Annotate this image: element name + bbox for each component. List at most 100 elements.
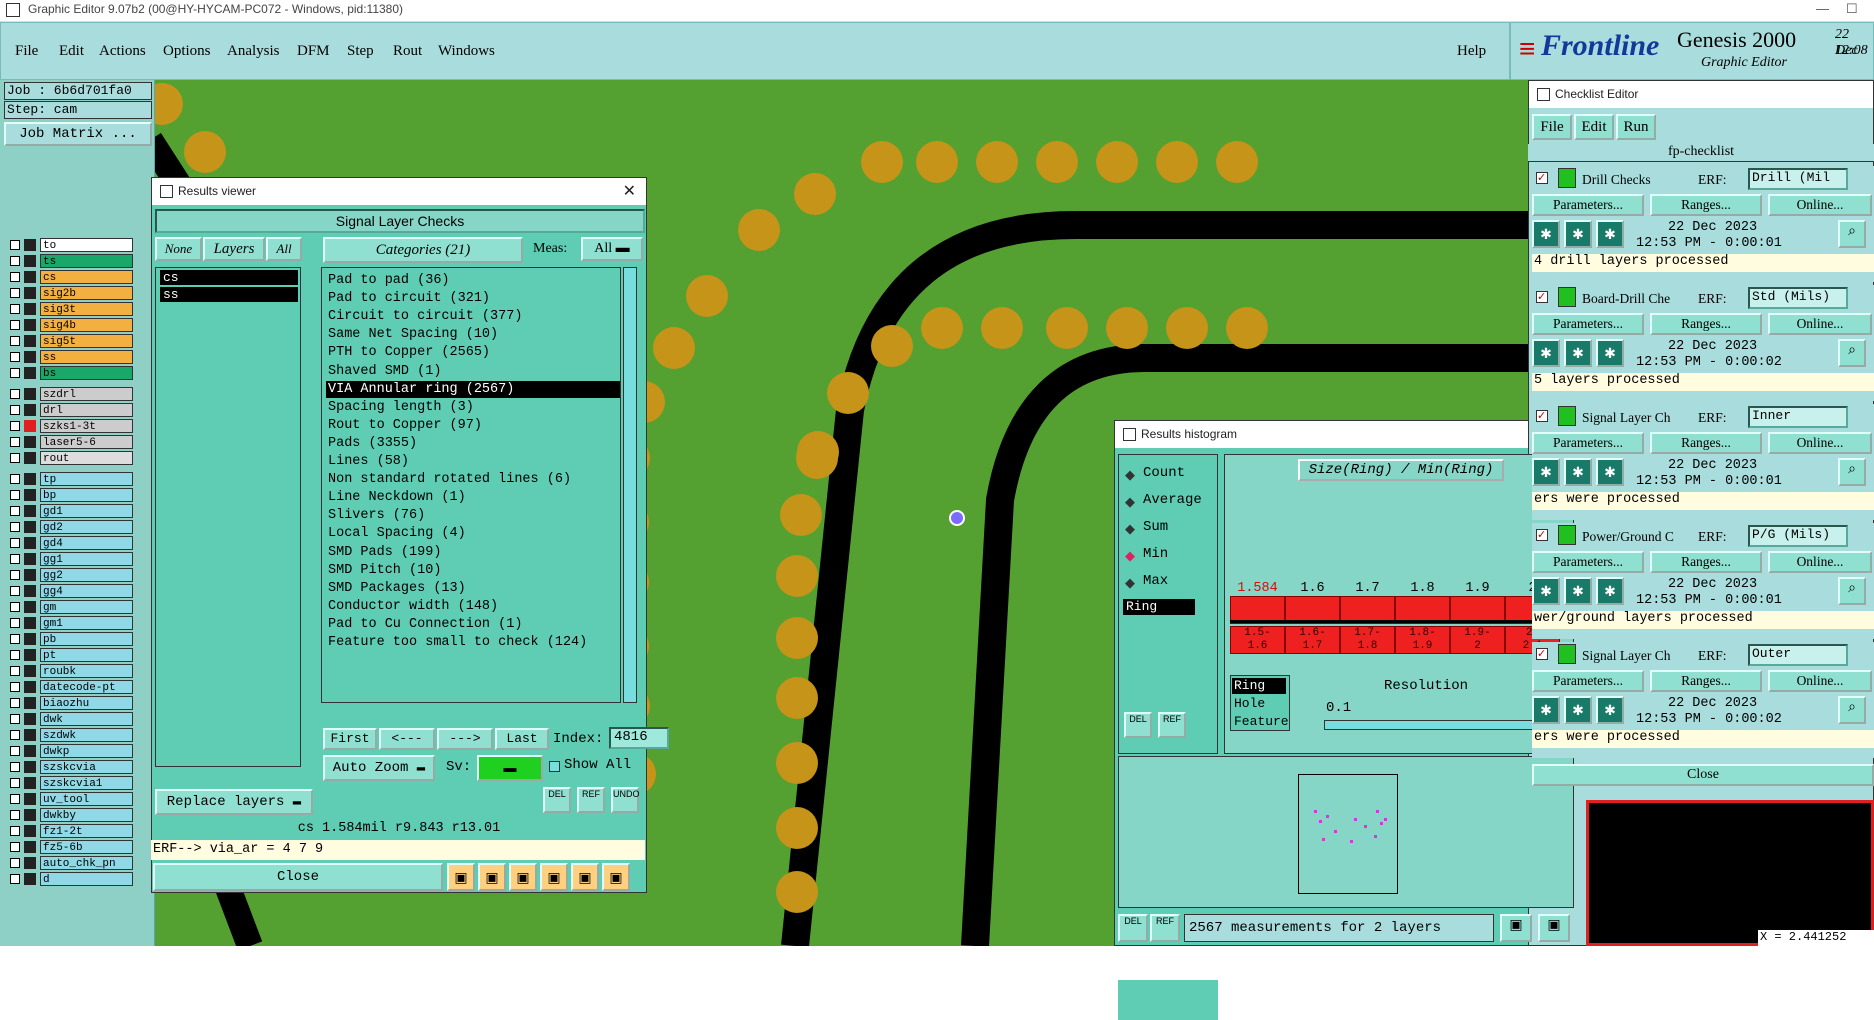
layer-row-tp[interactable]: tp	[10, 472, 133, 486]
results-close-button[interactable]: Close	[153, 863, 443, 891]
meas-select[interactable]: All ▬	[581, 237, 643, 261]
tool-delete-icon[interactable]: ▣	[478, 863, 506, 891]
minimize-icon[interactable]: —	[1816, 0, 1829, 18]
check-action-icon[interactable]: ✱	[1564, 339, 1592, 367]
layer-row-drl[interactable]: drl	[10, 403, 133, 417]
layer-row-gg2[interactable]: gg2	[10, 568, 133, 582]
layer-row-dwk[interactable]: dwk	[10, 712, 133, 726]
online-button[interactable]: Online...	[1768, 194, 1872, 216]
layer-row-pt[interactable]: pt	[10, 648, 133, 662]
online-button[interactable]: Online...	[1768, 551, 1872, 573]
layer-row-bs[interactable]: bs	[10, 366, 133, 380]
layer-row-d[interactable]: d	[10, 872, 133, 886]
layer-row-gd4[interactable]: gd4	[10, 536, 133, 550]
category-item[interactable]: Lines (58)	[326, 453, 620, 470]
layer-checkbox[interactable]	[10, 421, 20, 431]
attr-item[interactable]: Hole	[1232, 696, 1286, 712]
layer-row-sig5t[interactable]: sig5t	[10, 334, 133, 348]
all-button[interactable]: All	[266, 237, 302, 261]
layer-checkbox[interactable]	[10, 490, 20, 500]
auto-zoom-select[interactable]: Auto Zoom ▬	[323, 755, 435, 781]
tool-notes-icon[interactable]: ▣	[571, 863, 599, 891]
parameters-button[interactable]: Parameters...	[1532, 551, 1644, 573]
layer-checkbox[interactable]	[10, 618, 20, 628]
layer-checkbox[interactable]	[10, 682, 20, 692]
layer-checkbox[interactable]	[10, 810, 20, 820]
layers-button[interactable]: Layers	[203, 237, 265, 261]
zoom-icon[interactable]: ⌕	[1838, 339, 1866, 367]
tool-chart-icon[interactable]: ▣	[602, 863, 630, 891]
parameters-button[interactable]: Parameters...	[1532, 670, 1644, 692]
zoom-icon[interactable]: ⌕	[1838, 220, 1866, 248]
layer-checkbox[interactable]	[10, 389, 20, 399]
menu-options[interactable]: Options	[163, 43, 211, 60]
category-item[interactable]: Pad to circuit (321)	[326, 290, 620, 307]
layer-checkbox[interactable]	[10, 405, 20, 415]
last-button[interactable]: Last	[495, 728, 549, 750]
check-action-icon[interactable]: ✱	[1564, 577, 1592, 605]
online-button[interactable]: Online...	[1768, 313, 1872, 335]
check-action-icon[interactable]: ✱	[1532, 458, 1560, 486]
menu-actions[interactable]: Actions	[99, 43, 146, 60]
layer-row-szdrl[interactable]: szdrl	[10, 387, 133, 401]
stat-radio-sum[interactable]: ◆	[1125, 521, 1135, 537]
results-del-button[interactable]: DEL	[543, 787, 571, 813]
layer-checkbox[interactable]	[10, 437, 20, 447]
layer-row-gd2[interactable]: gd2	[10, 520, 133, 534]
erf-value[interactable]: Drill (Mil	[1748, 168, 1848, 190]
layer-row-szdwk[interactable]: szdwk	[10, 728, 133, 742]
category-item[interactable]: SMD Pads (199)	[326, 544, 620, 561]
check-action-icon[interactable]: ✱	[1532, 577, 1560, 605]
check-enable-checkbox[interactable]: ✓	[1536, 172, 1548, 184]
erf-value[interactable]: Inner	[1748, 406, 1848, 428]
menu-step[interactable]: Step	[347, 43, 374, 60]
next-button[interactable]: --->	[437, 728, 493, 750]
ranges-button[interactable]: Ranges...	[1650, 551, 1762, 573]
attr-item[interactable]: Ring	[1232, 678, 1286, 694]
check-action-icon[interactable]: ✱	[1564, 696, 1592, 724]
category-item[interactable]: Feature too small to check (124)	[326, 634, 620, 651]
layer-row-to[interactable]: to	[10, 238, 133, 252]
menu-dfm[interactable]: DFM	[297, 43, 330, 60]
layer-checkbox[interactable]	[10, 474, 20, 484]
menu-windows[interactable]: Windows	[438, 43, 495, 60]
layer-checkbox[interactable]	[10, 794, 20, 804]
layer-checkbox[interactable]	[10, 570, 20, 580]
hist-del-button[interactable]: DEL	[1124, 712, 1152, 738]
checklist-menu-edit[interactable]: Edit	[1574, 114, 1614, 140]
category-item[interactable]: Conductor width (148)	[326, 598, 620, 615]
layer-row-roubk[interactable]: roubk	[10, 664, 133, 678]
layer-row-laser5-6[interactable]: laser5-6	[10, 435, 133, 449]
layer-checkbox[interactable]	[10, 874, 20, 884]
layer-row-ts[interactable]: ts	[10, 254, 133, 268]
layer-row-sig3t[interactable]: sig3t	[10, 302, 133, 316]
layer-checkbox[interactable]	[10, 256, 20, 266]
check-enable-checkbox[interactable]: ✓	[1536, 529, 1548, 541]
hist-ref-bottom-button[interactable]: REF	[1150, 914, 1180, 942]
layer-row-bp[interactable]: bp	[10, 488, 133, 502]
layer-checkbox[interactable]	[10, 746, 20, 756]
ranges-button[interactable]: Ranges...	[1650, 432, 1762, 454]
category-item[interactable]: Local Spacing (4)	[326, 525, 620, 542]
stat-radio-min[interactable]: ◆	[1125, 548, 1135, 564]
category-item[interactable]: Shaved SMD (1)	[326, 363, 620, 380]
check-enable-checkbox[interactable]: ✓	[1536, 410, 1548, 422]
layer-checkbox[interactable]	[10, 304, 20, 314]
layer-row-biaozhu[interactable]: biaozhu	[10, 696, 133, 710]
layer-checkbox[interactable]	[10, 336, 20, 346]
layer-checkbox[interactable]	[10, 554, 20, 564]
erf-value[interactable]: Std (Mils)	[1748, 287, 1848, 309]
layer-checkbox[interactable]	[10, 453, 20, 463]
layer-checkbox[interactable]	[10, 602, 20, 612]
job-matrix-button[interactable]: Job Matrix ...	[4, 122, 152, 146]
hist-del-bottom-button[interactable]: DEL	[1118, 914, 1148, 942]
online-button[interactable]: Online...	[1768, 670, 1872, 692]
result-layer-item[interactable]: cs	[160, 270, 298, 285]
menu-rout[interactable]: Rout	[393, 43, 422, 60]
layer-checkbox[interactable]	[10, 352, 20, 362]
layer-checkbox[interactable]	[10, 634, 20, 644]
category-item[interactable]: Non standard rotated lines (6)	[326, 471, 620, 488]
category-item[interactable]: Slivers (76)	[326, 507, 620, 524]
ranges-button[interactable]: Ranges...	[1650, 194, 1762, 216]
layer-row-dwkby[interactable]: dwkby	[10, 808, 133, 822]
